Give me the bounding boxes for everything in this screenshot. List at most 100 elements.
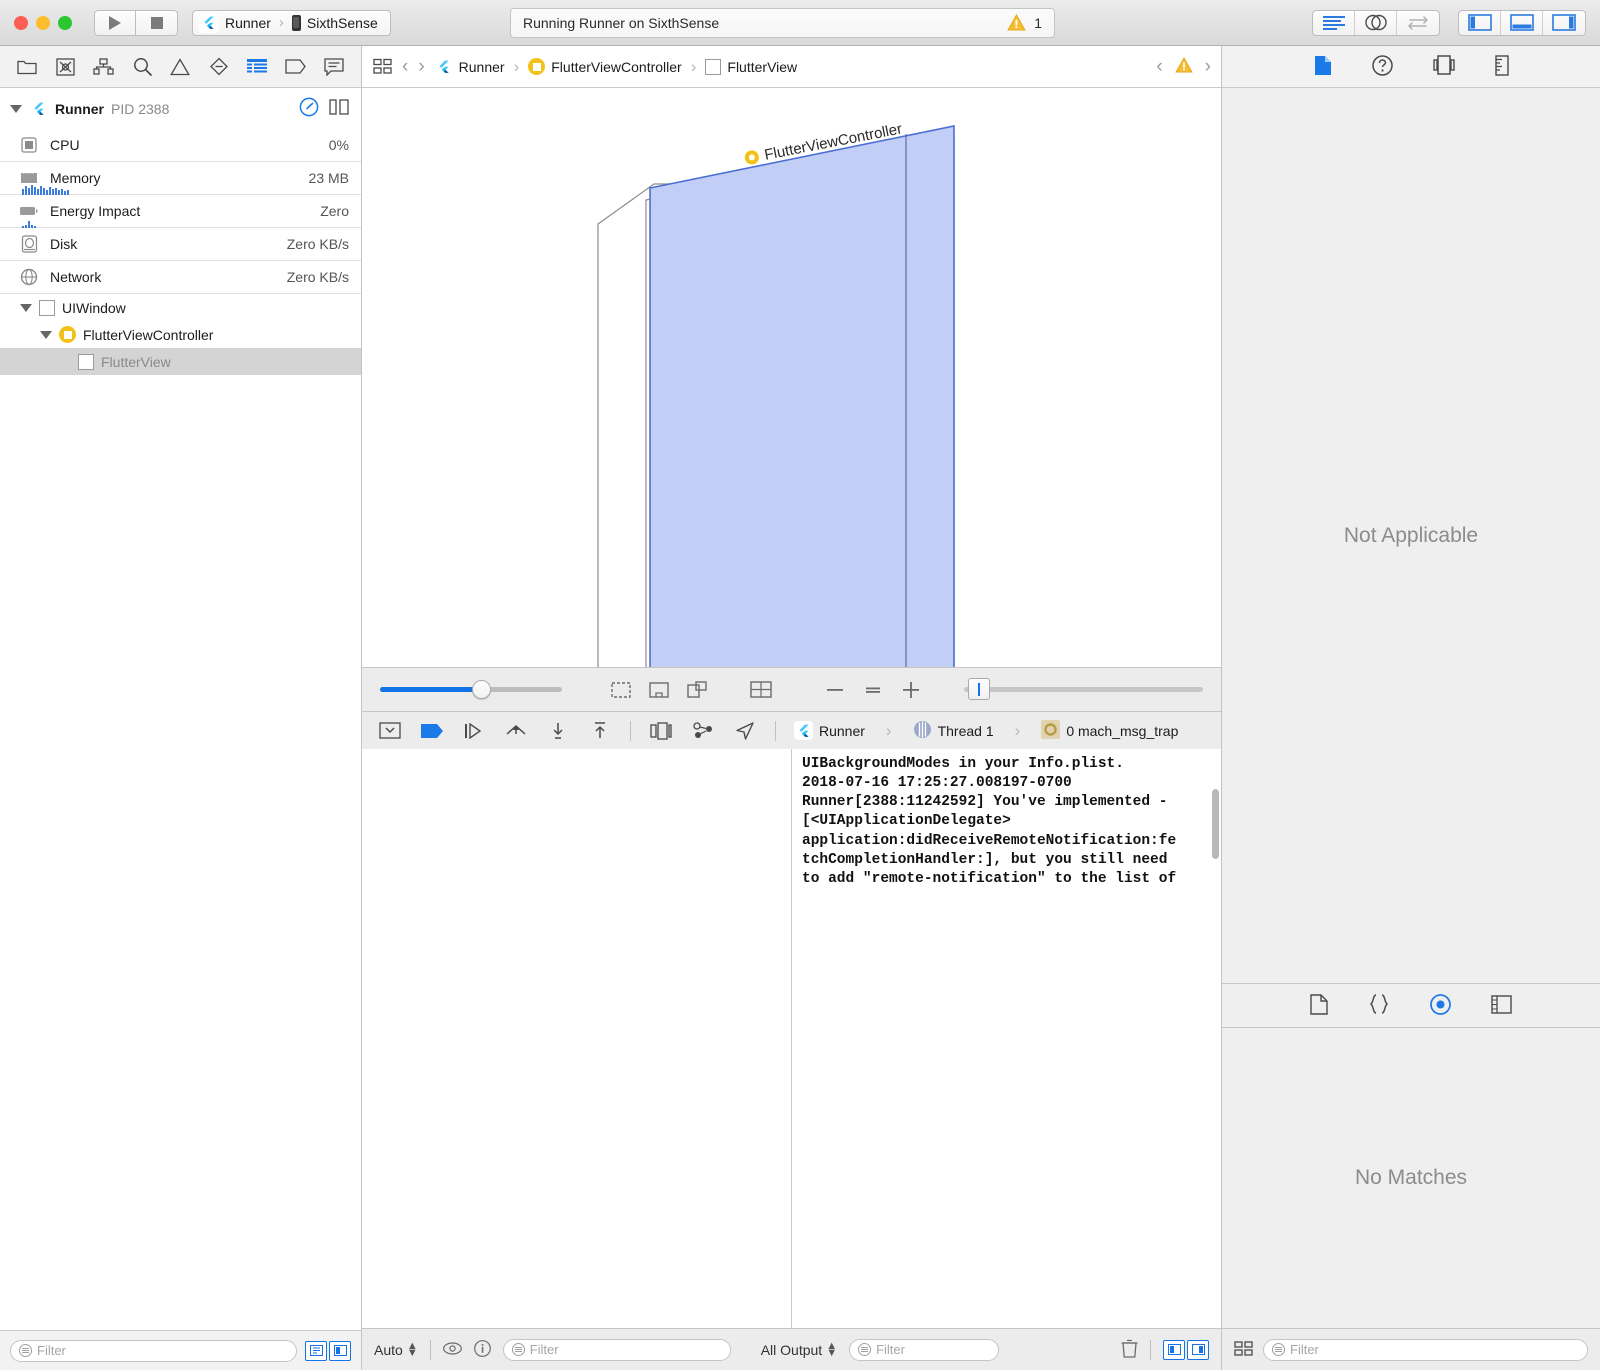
gauge-row[interactable]: Disk Zero KB/s xyxy=(0,228,361,261)
viewcontroller-disclosure-triangle[interactable] xyxy=(40,331,52,339)
stop-button[interactable] xyxy=(136,10,178,36)
issue-navigator-icon[interactable] xyxy=(167,56,193,78)
report-navigator-icon[interactable] xyxy=(321,56,347,78)
process-header-actions xyxy=(299,97,349,120)
gauge-row[interactable]: Memory 23 MB xyxy=(0,162,361,195)
minimize-window-button[interactable] xyxy=(36,16,50,30)
forward-chevron-icon[interactable]: › xyxy=(418,56,424,78)
tree-row[interactable]: FlutterView xyxy=(0,348,361,375)
project-navigator-icon[interactable] xyxy=(14,56,40,78)
watch-icon[interactable] xyxy=(443,1342,462,1358)
find-navigator-icon[interactable] xyxy=(129,56,155,78)
toggle-navigator-button[interactable] xyxy=(1459,11,1501,35)
scheme-selector[interactable]: Runner › SixthSense xyxy=(192,10,391,36)
range-slider[interactable] xyxy=(964,687,1203,692)
variables-scope-popup[interactable]: Auto ▲▼ xyxy=(374,1342,418,1358)
code-snippet-library-icon[interactable] xyxy=(1368,994,1390,1017)
zoom-out-button[interactable] xyxy=(824,680,846,700)
toggle-inspector-button[interactable] xyxy=(1543,11,1585,35)
related-items-icon[interactable] xyxy=(372,58,392,76)
zoom-controls xyxy=(824,680,922,700)
depth-slider-knob[interactable] xyxy=(472,680,491,699)
gauge-row[interactable]: CPU 0% xyxy=(0,129,361,162)
depth-slider[interactable] xyxy=(380,687,562,692)
show-only-source-button[interactable] xyxy=(329,1341,351,1361)
previous-issue-icon[interactable]: ‹ xyxy=(1156,56,1162,78)
exploded-mode-icon[interactable] xyxy=(686,680,708,700)
navigator-filter-field[interactable]: Filter xyxy=(10,1340,297,1362)
variables-filter-field[interactable]: Filter xyxy=(503,1339,731,1361)
tree-row[interactable]: FlutterViewController xyxy=(0,321,361,348)
debug-breadcrumb-item-runner[interactable]: Runner xyxy=(794,721,865,740)
debug-memory-graph-icon[interactable] xyxy=(691,721,715,741)
simulate-location-icon[interactable] xyxy=(733,721,757,741)
quick-help-inspector-icon[interactable] xyxy=(1372,55,1393,79)
process-disclosure-triangle[interactable] xyxy=(10,105,22,113)
console-output-pane[interactable]: UIBackgroundModes in your Info.plist. 20… xyxy=(792,749,1221,1328)
clipped-mode-icon[interactable] xyxy=(648,680,670,700)
version-editor-button[interactable] xyxy=(1397,11,1439,35)
next-issue-icon[interactable]: › xyxy=(1205,56,1211,78)
library-grid-icon[interactable] xyxy=(1234,1340,1253,1360)
size-inspector-icon[interactable] xyxy=(1495,55,1509,79)
zoom-actual-size-button[interactable] xyxy=(862,680,884,700)
debug-breadcrumb-item-frame[interactable]: 0 mach_msg_trap xyxy=(1041,720,1178,742)
process-header-row[interactable]: Runner PID 2388 xyxy=(0,88,361,129)
show-frames-icon[interactable] xyxy=(750,680,772,700)
assistant-editor-button[interactable] xyxy=(1355,11,1397,35)
run-button[interactable] xyxy=(94,10,136,36)
toggle-debug-area-button[interactable] xyxy=(1501,11,1543,35)
file-inspector-icon[interactable] xyxy=(1314,55,1332,79)
show-only-recent-button[interactable] xyxy=(305,1341,327,1361)
symbol-navigator-icon[interactable] xyxy=(91,56,117,78)
back-chevron-icon[interactable]: ‹ xyxy=(402,56,408,78)
console-scrollbar[interactable] xyxy=(1212,789,1219,859)
view-controller-icon xyxy=(59,326,76,343)
debug-view-hierarchy-icon[interactable] xyxy=(649,721,673,741)
debug-navigator-icon[interactable] xyxy=(244,56,270,78)
depth-slider-fill xyxy=(380,687,480,692)
breadcrumb-item-view[interactable]: FlutterView xyxy=(705,59,797,75)
breadcrumb-item-viewcontroller[interactable]: FlutterViewController xyxy=(528,58,681,75)
hide-debug-area-icon[interactable] xyxy=(378,721,402,741)
tree-row[interactable]: UIWindow xyxy=(0,294,361,321)
range-slider-knob[interactable] xyxy=(968,678,990,700)
variables-pane[interactable] xyxy=(362,749,792,1328)
step-out-icon[interactable] xyxy=(588,721,612,741)
clear-console-icon[interactable] xyxy=(1121,1339,1138,1361)
media-library-icon[interactable] xyxy=(1491,995,1512,1017)
test-navigator-icon[interactable] xyxy=(206,56,232,78)
warning-icon[interactable] xyxy=(1175,57,1193,76)
step-over-icon[interactable] xyxy=(504,721,528,741)
gauge-row[interactable]: Network Zero KB/s xyxy=(0,261,361,294)
continue-icon[interactable] xyxy=(462,721,486,741)
close-window-button[interactable] xyxy=(14,16,28,30)
warning-summary[interactable]: 1 xyxy=(1007,14,1042,31)
library-filter-field[interactable]: Filter xyxy=(1263,1339,1588,1361)
console-filter-field[interactable]: Filter xyxy=(849,1339,999,1361)
breadcrumb-item-runner[interactable]: Runner xyxy=(435,58,505,76)
zoom-window-button[interactable] xyxy=(58,16,72,30)
object-library-icon[interactable] xyxy=(1430,994,1451,1018)
standard-editor-button[interactable] xyxy=(1313,11,1355,35)
info-icon[interactable] xyxy=(474,1340,491,1360)
library-filter-bar: Filter xyxy=(1222,1328,1600,1370)
gauge-label: Network xyxy=(50,269,101,285)
2d-mode-icon[interactable] xyxy=(610,680,632,700)
gauge-row[interactable]: Energy Impact Zero xyxy=(0,195,361,228)
source-control-navigator-icon[interactable] xyxy=(52,56,78,78)
file-template-library-icon[interactable] xyxy=(1310,994,1328,1018)
gauge-toggle-icon[interactable] xyxy=(299,97,319,120)
object-inspector-icon[interactable] xyxy=(1433,55,1455,78)
show-console-icon[interactable] xyxy=(1187,1340,1209,1360)
uiwindow-disclosure-triangle[interactable] xyxy=(20,304,32,312)
show-variables-icon[interactable] xyxy=(1163,1340,1185,1360)
deactivate-breakpoints-icon[interactable] xyxy=(420,721,444,741)
view-hierarchy-toggle-icon[interactable] xyxy=(329,98,349,119)
breakpoint-navigator-icon[interactable] xyxy=(282,56,308,78)
debug-breadcrumb-item-thread[interactable]: Thread 1 xyxy=(913,720,994,742)
zoom-in-button[interactable] xyxy=(900,680,922,700)
output-scope-popup[interactable]: All Output ▲▼ xyxy=(761,1342,837,1358)
step-into-icon[interactable] xyxy=(546,721,570,741)
view-hierarchy-canvas[interactable]: FlutterViewController xyxy=(362,88,1221,667)
